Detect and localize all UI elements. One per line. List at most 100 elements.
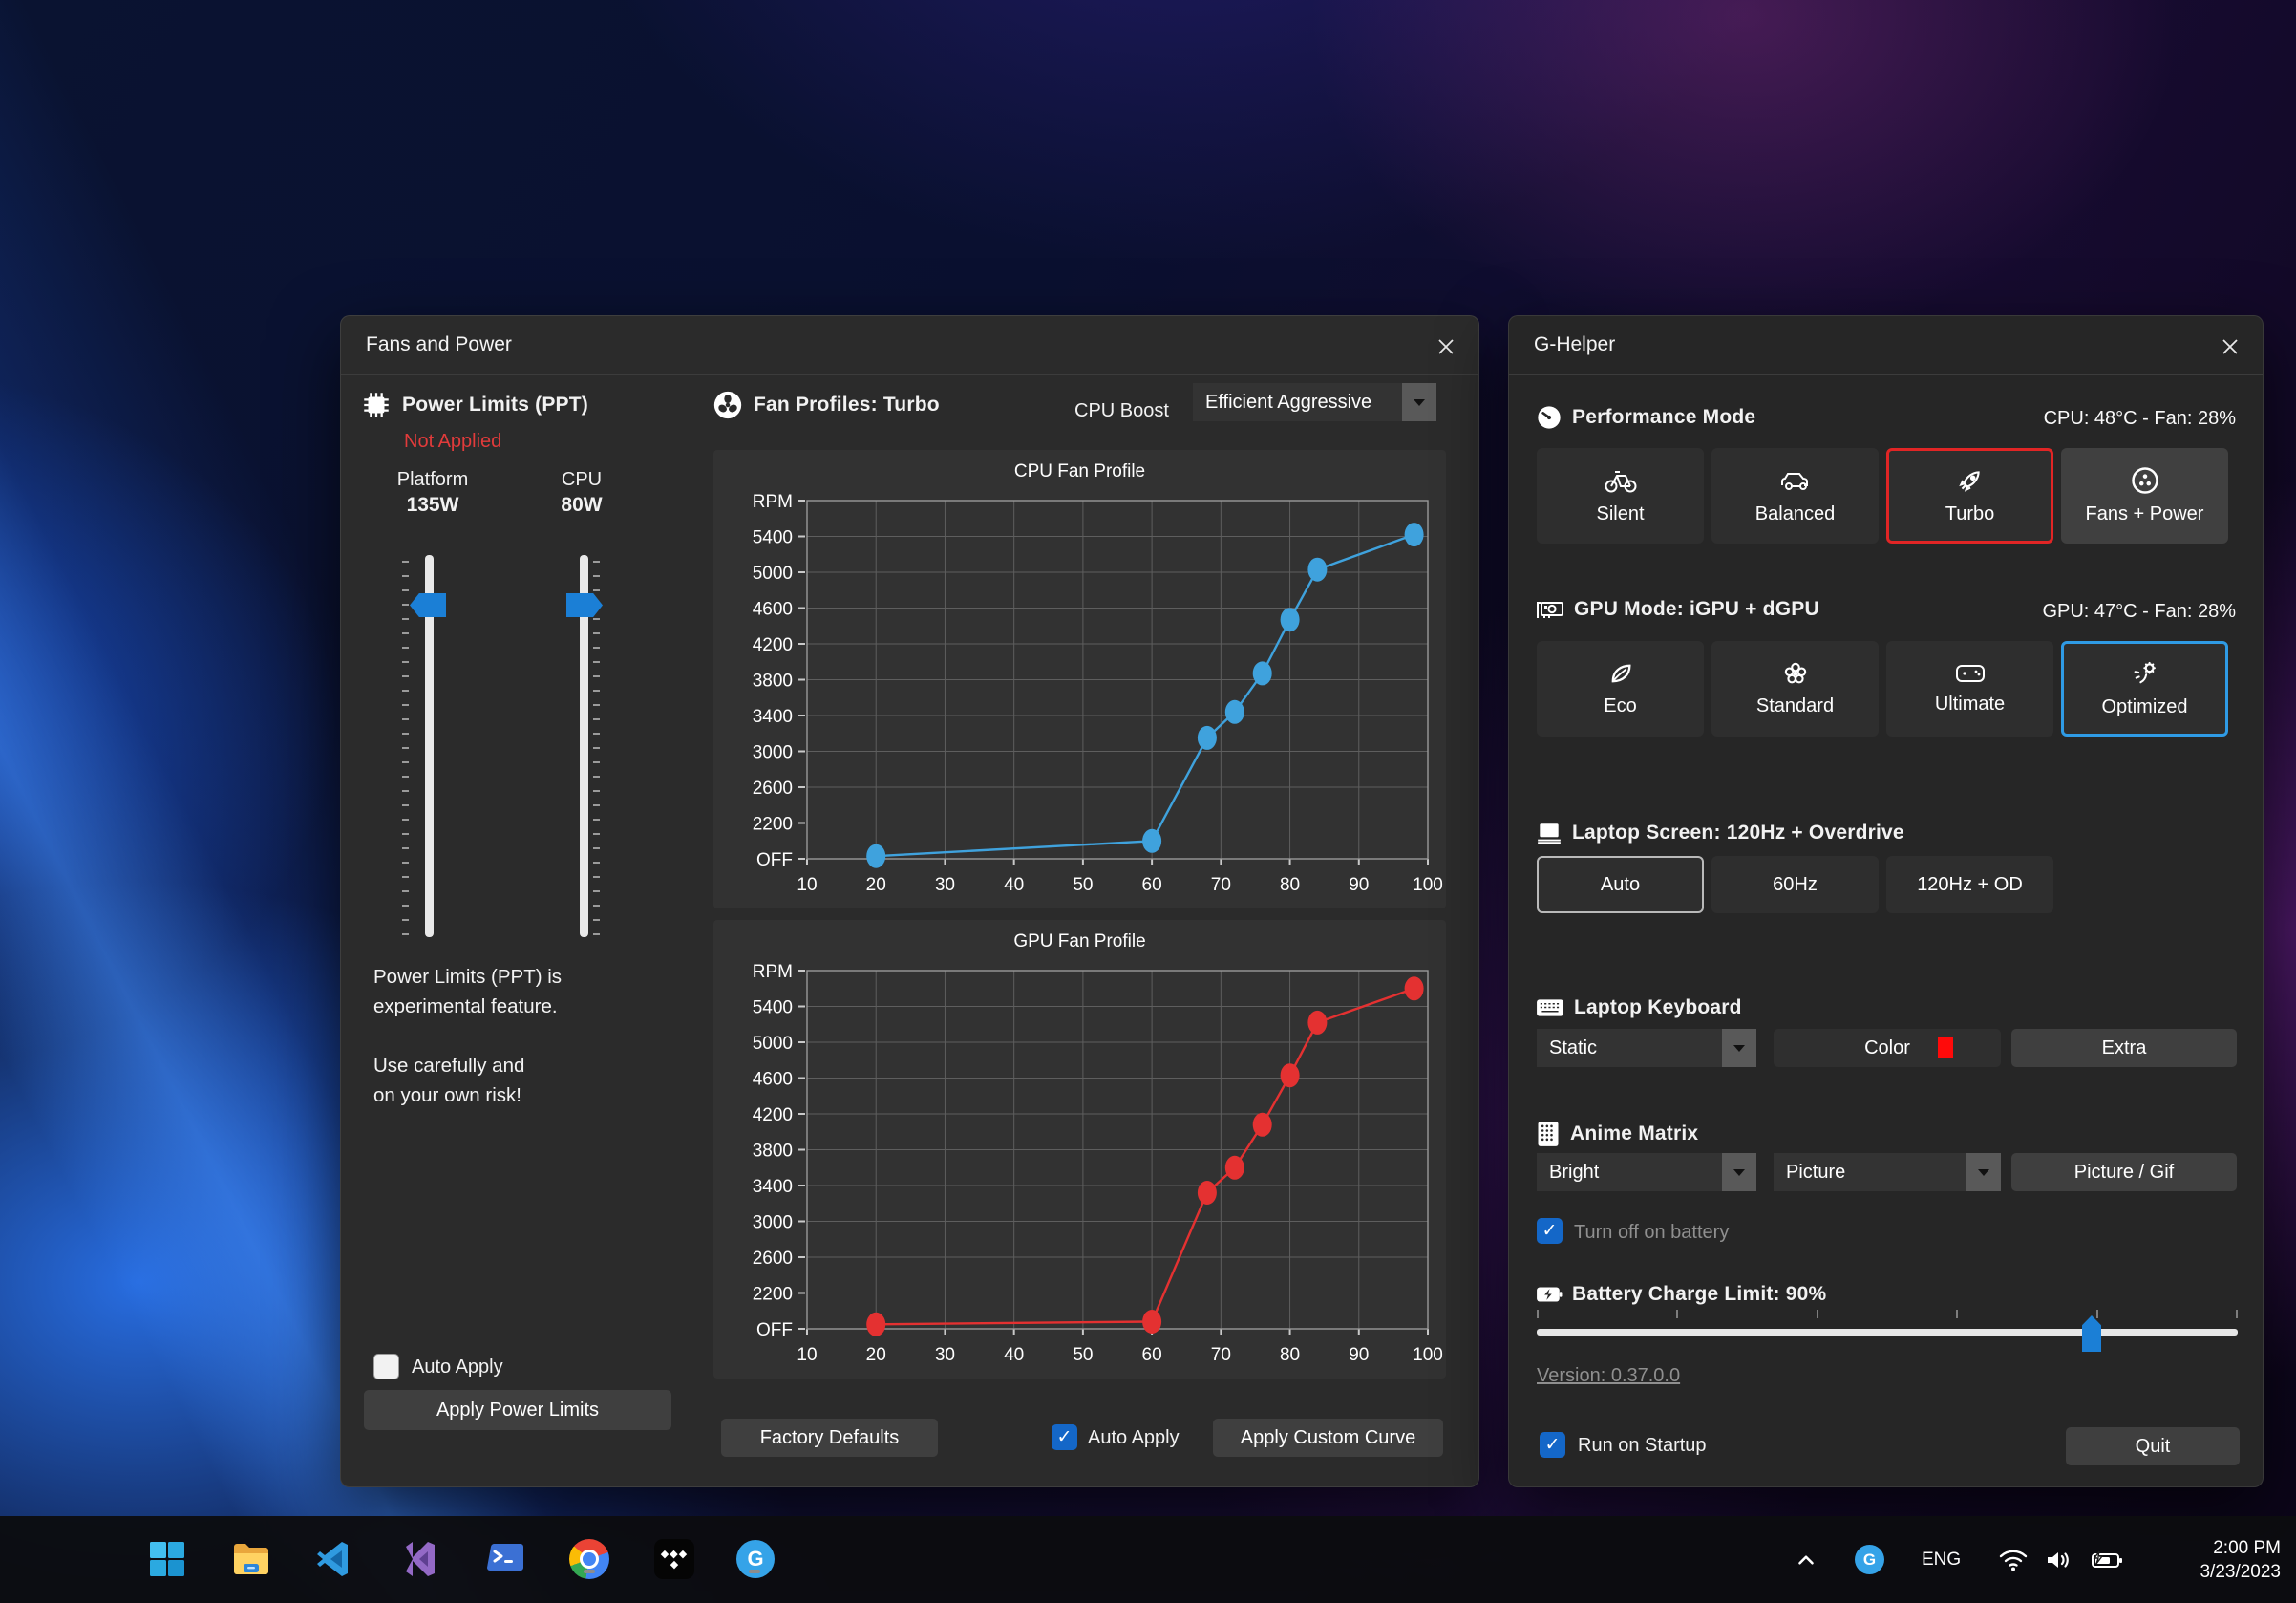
matrix-brightness-dropdown[interactable]: Bright	[1537, 1153, 1756, 1191]
factory-defaults-button[interactable]: Factory Defaults	[721, 1419, 938, 1457]
gamepad-icon	[1955, 662, 1986, 685]
mode-button-fans-power[interactable]: Fans + Power	[2061, 448, 2228, 544]
cpu-boost-dropdown[interactable]: Efficient Aggressive	[1193, 383, 1436, 421]
gpu-button-standard[interactable]: Standard	[1711, 641, 1879, 737]
cpu-chip-icon	[360, 389, 393, 421]
screen-button-auto[interactable]: Auto	[1537, 856, 1704, 913]
fan-icon	[712, 389, 744, 421]
terminal-icon[interactable]	[484, 1538, 526, 1580]
ghelper-titlebar[interactable]: G-Helper	[1509, 316, 2263, 375]
turn-off-on-battery-checkbox[interactable]: ✓	[1537, 1218, 1563, 1244]
battery-limit-title: Battery Charge Limit: 90%	[1572, 1283, 1826, 1306]
mode-button-silent[interactable]: Silent	[1537, 448, 1704, 544]
mode-button-label: Silent	[1596, 503, 1644, 525]
cpu-fan-chart[interactable]: RPM540050004600420038003400300026002200O…	[713, 450, 1446, 908]
run-on-startup-checkbox[interactable]: ✓	[1540, 1432, 1565, 1458]
svg-text:3400: 3400	[753, 707, 793, 727]
fans-titlebar[interactable]: Fans and Power	[341, 316, 1478, 375]
date: 3/23/2023	[2200, 1560, 2281, 1584]
curve-auto-apply-label: Auto Apply	[1088, 1427, 1180, 1449]
visual-studio-icon[interactable]	[399, 1538, 441, 1580]
gpu-button-optimized[interactable]: Optimized	[2061, 641, 2228, 737]
svg-text:OFF: OFF	[756, 850, 793, 870]
keyboard-mode-dropdown[interactable]: Static	[1537, 1029, 1756, 1067]
keyboard-extra-button[interactable]: Extra	[2011, 1029, 2237, 1067]
cpu-boost-value: Efficient Aggressive	[1193, 392, 1402, 414]
svg-text:90: 90	[1349, 875, 1369, 895]
svg-text:70: 70	[1211, 875, 1231, 895]
g-helper-app-icon[interactable]: G	[734, 1538, 776, 1580]
bicycle-icon	[1605, 466, 1637, 495]
wifi-icon[interactable]	[1998, 1516, 2029, 1603]
svg-text:RPM: RPM	[753, 492, 793, 512]
mode-button-turbo[interactable]: Turbo	[1886, 448, 2053, 544]
battery-slider-handle[interactable]	[2082, 1315, 2101, 1352]
fan-icon	[2131, 466, 2159, 495]
svg-text:60: 60	[1142, 875, 1162, 895]
experimental-note: Power Limits (PPT) is experimental featu…	[373, 962, 562, 1110]
cpu-limit-label: CPU 80W	[524, 469, 639, 517]
svg-text:4600: 4600	[753, 1070, 793, 1090]
vscode-icon[interactable]	[313, 1538, 355, 1580]
tray-chevron[interactable]	[1794, 1516, 1818, 1603]
dropdown-arrow-icon[interactable]	[1722, 1029, 1756, 1067]
platform-limit-label: Platform 135W	[375, 469, 490, 517]
start-button[interactable]	[146, 1538, 188, 1580]
battery-charge-icon	[1536, 1284, 1563, 1305]
version-link[interactable]: Version: 0.37.0.0	[1537, 1365, 1680, 1387]
running-indicator	[584, 1570, 595, 1573]
close-icon[interactable]	[2213, 330, 2247, 364]
power-limits-title: Power Limits (PPT)	[402, 394, 588, 417]
dropdown-arrow-icon[interactable]	[1966, 1153, 2001, 1191]
close-icon[interactable]	[1429, 330, 1463, 364]
svg-text:30: 30	[935, 1345, 955, 1365]
gpu-mode-header: GPU Mode: iGPU + dGPU	[1536, 597, 1819, 622]
keyboard-color-button[interactable]: Color	[1774, 1029, 2001, 1067]
gpu-button-eco[interactable]: Eco	[1537, 641, 1704, 737]
screen-button-60hz[interactable]: 60Hz	[1711, 856, 1879, 913]
platform-limit-value: 135W	[375, 494, 490, 517]
apply-power-limits-button[interactable]: Apply Power Limits	[364, 1390, 671, 1430]
clock[interactable]: 2:00 PM 3/23/2023	[2200, 1516, 2281, 1603]
matrix-mode-dropdown[interactable]: Picture	[1774, 1153, 2001, 1191]
svg-text:70: 70	[1211, 1345, 1231, 1365]
time: 2:00 PM	[2200, 1536, 2281, 1560]
leaf-icon	[1607, 660, 1634, 687]
quit-button[interactable]: Quit	[2066, 1427, 2240, 1465]
gpu-temp-fan-status: GPU: 47°C - Fan: 28%	[2042, 601, 2236, 623]
platform-slider-handle[interactable]	[410, 593, 446, 617]
tidal-icon[interactable]: ◆◆◆ ◆	[653, 1538, 695, 1580]
power-auto-apply-checkbox[interactable]	[373, 1354, 399, 1379]
curve-auto-apply-checkbox[interactable]: ✓	[1052, 1424, 1077, 1450]
mode-button-balanced[interactable]: Balanced	[1711, 448, 1879, 544]
svg-text:3800: 3800	[753, 672, 793, 692]
svg-text:3400: 3400	[753, 1177, 793, 1197]
apply-custom-curve-button[interactable]: Apply Custom Curve	[1213, 1419, 1443, 1457]
dropdown-arrow-icon[interactable]	[1722, 1153, 1756, 1191]
svg-text:90: 90	[1349, 1345, 1369, 1365]
svg-text:5400: 5400	[753, 528, 793, 548]
language-indicator[interactable]: ENG	[1922, 1516, 1961, 1603]
cpu-limit-value: 80W	[524, 494, 639, 517]
chrome-icon[interactable]	[568, 1538, 610, 1580]
tray-g-helper-icon[interactable]: G	[1855, 1516, 1884, 1603]
svg-text:4600: 4600	[753, 600, 793, 620]
screen-button-120hz-od[interactable]: 120Hz + OD	[1886, 856, 2053, 913]
svg-text:10: 10	[797, 1345, 817, 1365]
gpu-fan-chart[interactable]: RPM540050004600420038003400300026002200O…	[713, 920, 1446, 1379]
dropdown-arrow-icon[interactable]	[1402, 383, 1436, 421]
power-limits-status: Not Applied	[404, 431, 501, 453]
fans-and-power-window: Fans and Power Power Limits (PPT) Not Ap…	[340, 315, 1479, 1487]
svg-text:2200: 2200	[753, 815, 793, 835]
speaker-icon[interactable]	[2044, 1516, 2073, 1603]
gpu-button-ultimate[interactable]: Ultimate	[1886, 641, 2053, 737]
mode-button-label: 60Hz	[1773, 874, 1818, 896]
gpu-card-icon	[1536, 597, 1564, 622]
file-explorer-icon[interactable]	[230, 1538, 272, 1580]
flower-icon	[1782, 660, 1809, 687]
battery-tray-icon[interactable]	[2090, 1516, 2124, 1603]
matrix-picture-gif-button[interactable]: Picture / Gif	[2011, 1153, 2237, 1191]
sparkle-gear-icon	[2131, 659, 2159, 688]
battery-slider[interactable]	[1537, 1329, 2238, 1336]
mode-button-label: Fans + Power	[2086, 503, 2204, 525]
